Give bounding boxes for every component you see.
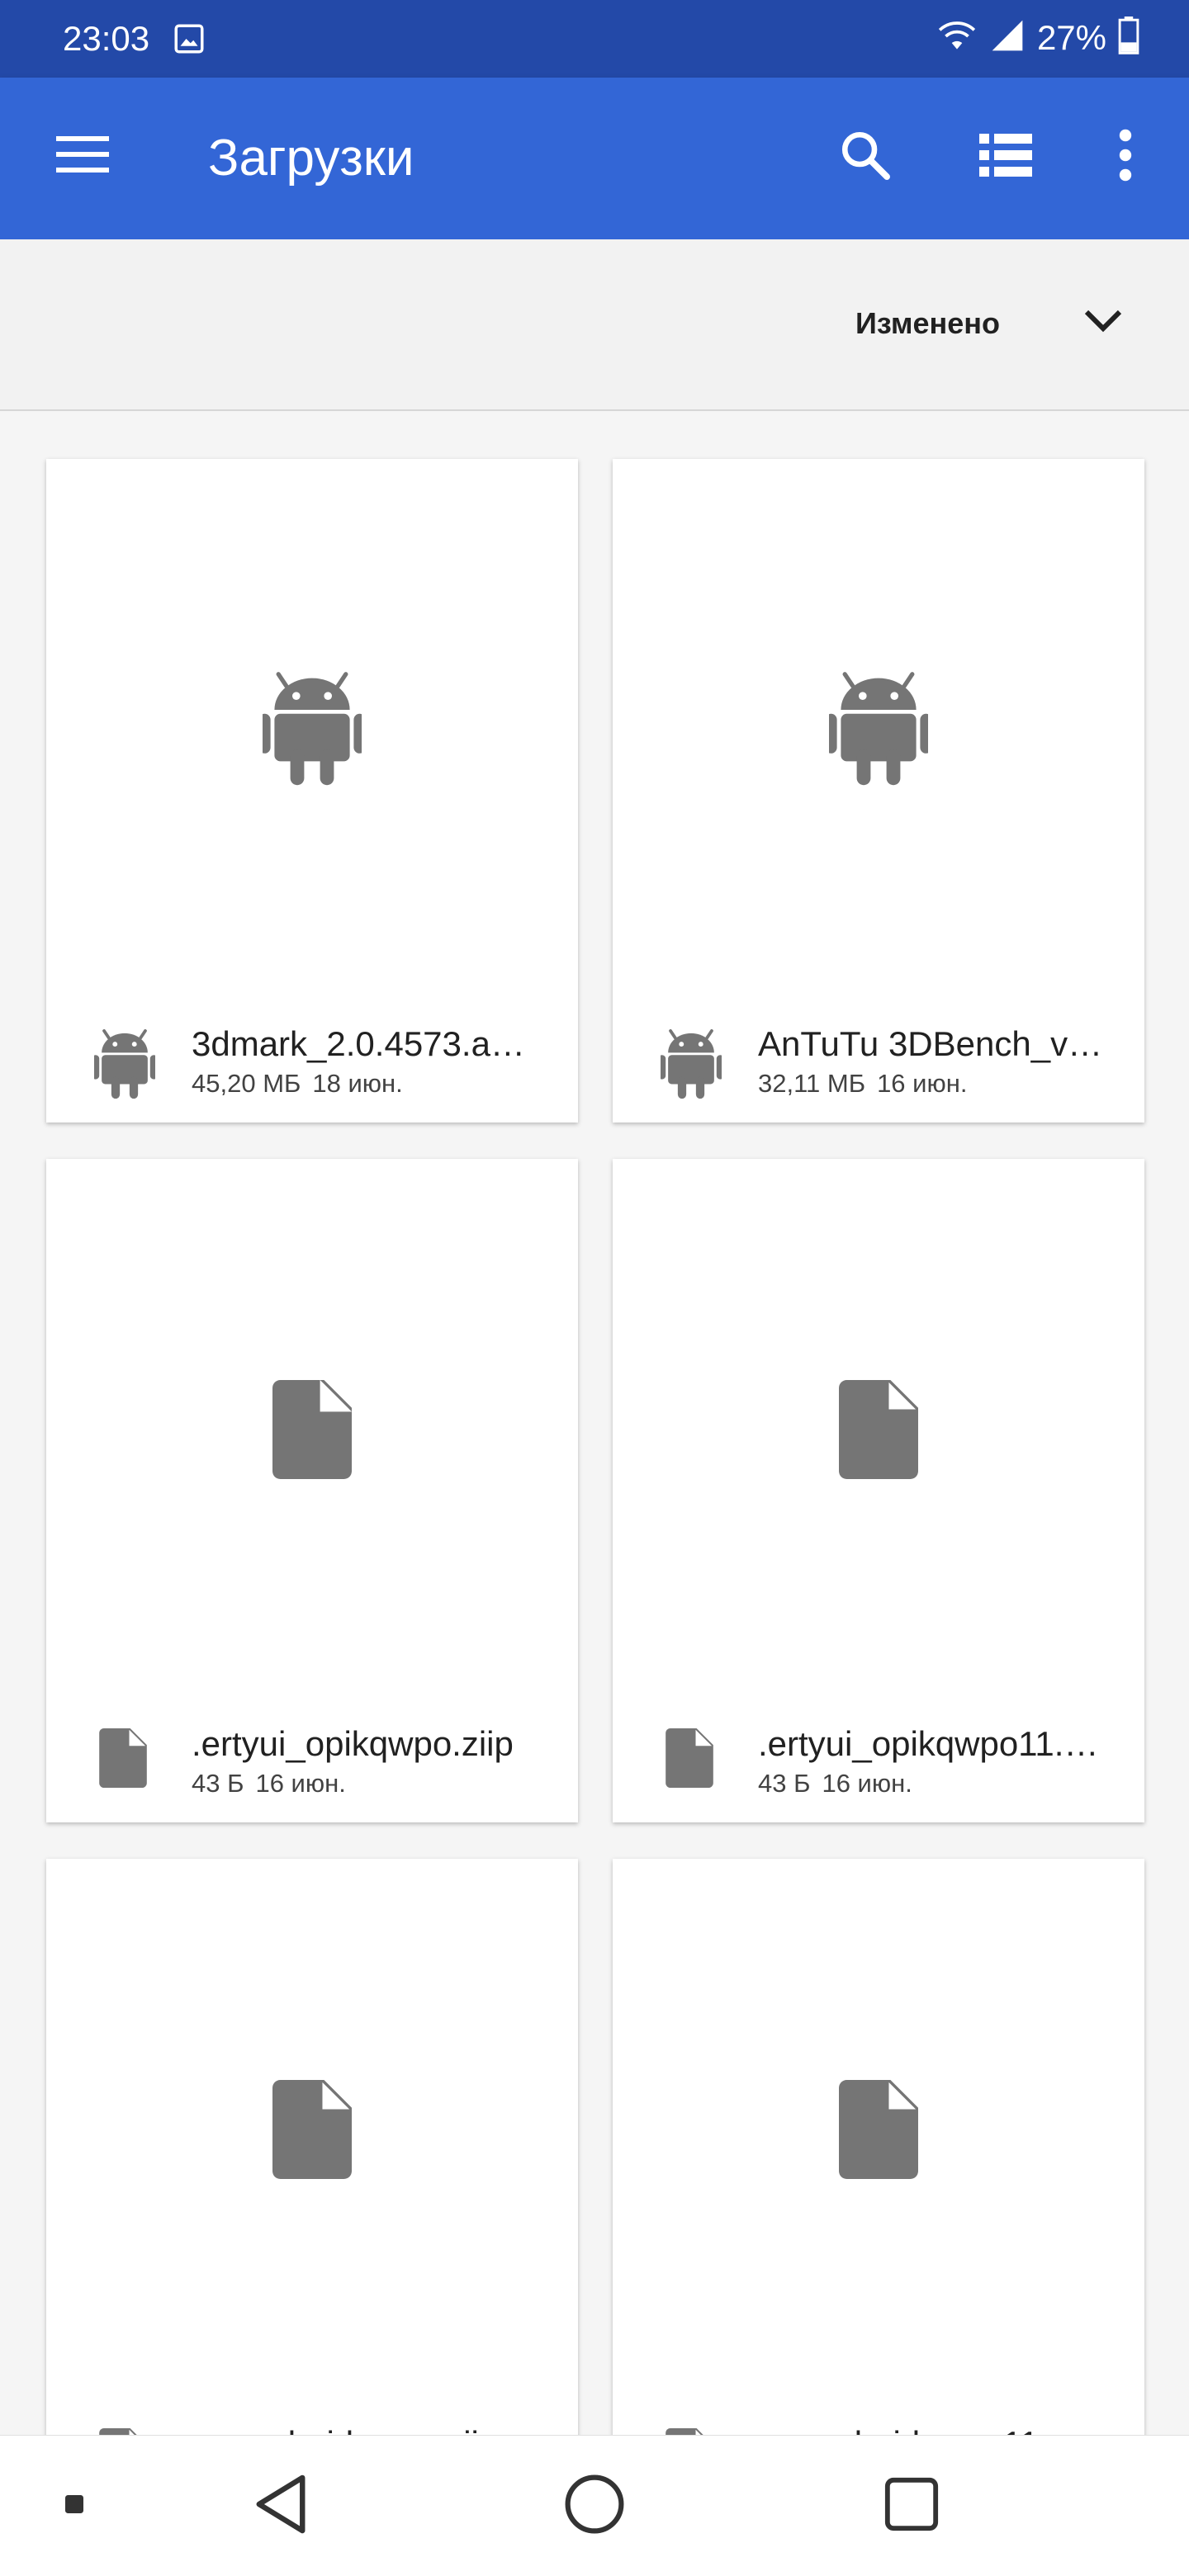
navigation-bar <box>0 2435 1189 2576</box>
file-icon <box>666 2428 713 2435</box>
file-grid: 3dmark_2.0.4573.a… 45,20 МБ 18 июн. AnTuT… <box>0 409 1189 2435</box>
file-name: .v_androidqwpo.ziip <box>192 2423 547 2435</box>
search-icon <box>838 128 893 187</box>
gallery-icon <box>172 21 206 60</box>
android-icon <box>825 670 932 793</box>
file-thumbnail <box>46 459 578 1004</box>
file-card-footer: .ertyui_opikqwpo.ziip 43 Б 16 июн. <box>46 1704 578 1822</box>
file-card-footer: .ertyui_opikqwpo11.… 43 Б 16 июн. <box>613 1704 1144 1822</box>
app-bar: Загрузки <box>0 78 1189 239</box>
page-title: Загрузки <box>208 130 414 187</box>
file-card-footer: .v_androidqwpo.ziip <box>46 2403 578 2435</box>
file-name: .ertyui_opikqwpo11.… <box>758 1724 1099 1763</box>
file-meta: 45,20 МБ 18 июн. <box>192 1068 403 1099</box>
file-name: 3dmark_2.0.4573.a… <box>192 1024 525 1063</box>
chevron-down-icon <box>1083 309 1123 338</box>
back-icon <box>252 2473 310 2540</box>
status-time: 23:03 <box>63 19 150 58</box>
file-name: .ertyui_opikqwpo.ziip <box>192 1724 514 1763</box>
file-date: 18 июн. <box>312 1069 403 1098</box>
home-icon <box>564 2474 625 2539</box>
file-date: 16 июн. <box>877 1069 968 1098</box>
file-icon <box>99 1728 147 1792</box>
sort-bar: Изменено <box>0 239 1189 411</box>
file-icon <box>839 2079 918 2183</box>
battery-percent: 27% <box>1036 17 1106 57</box>
file-card[interactable]: .ertyui_opikqwpo.ziip 43 Б 16 июн. <box>46 1159 578 1822</box>
nav-dot-button[interactable] <box>50 2477 99 2535</box>
file-name: AnTuTu 3DBench_v… <box>758 1024 1103 1063</box>
recents-button[interactable] <box>870 2460 953 2551</box>
menu-button[interactable] <box>41 111 124 201</box>
file-meta: 43 Б 16 июн. <box>192 1768 346 1799</box>
file-size: 43 Б <box>758 1769 811 1798</box>
file-name: .v_androidqwpo11.z… <box>758 2423 1113 2435</box>
file-meta: 32,11 МБ 16 июн. <box>758 1068 967 1099</box>
home-button[interactable] <box>553 2460 636 2551</box>
file-card-footer: 3dmark_2.0.4573.a… 45,20 МБ 18 июн. <box>46 1004 578 1123</box>
android-icon <box>658 1028 724 1105</box>
file-thumbnail <box>613 459 1144 1004</box>
status-bar: 23:03 27% <box>0 0 1189 78</box>
android-icon <box>92 1028 158 1105</box>
file-meta: 43 Б 16 июн. <box>758 1768 912 1799</box>
file-date: 16 июн. <box>255 1769 346 1798</box>
file-card[interactable]: 3dmark_2.0.4573.a… 45,20 МБ 18 июн. <box>46 459 578 1123</box>
file-thumbnail <box>46 1859 578 2403</box>
battery-icon <box>1118 17 1139 59</box>
more-options-button[interactable] <box>1090 116 1161 198</box>
file-size: 45,20 МБ <box>192 1069 301 1098</box>
file-thumbnail <box>46 1159 578 1704</box>
search-button[interactable] <box>824 116 907 198</box>
list-view-button[interactable] <box>964 116 1047 198</box>
status-icons: 27% <box>936 17 1139 59</box>
file-card[interactable]: AnTuTu 3DBench_v… 32,11 МБ 16 июн. <box>613 459 1144 1123</box>
sort-label[interactable]: Изменено <box>855 305 1000 342</box>
wifi-icon <box>936 17 978 58</box>
file-card[interactable]: .v_androidqwpo.ziip <box>46 1859 578 2435</box>
sort-dropdown-button[interactable] <box>1070 294 1136 352</box>
menu-icon <box>56 135 109 178</box>
file-size: 43 Б <box>192 1769 244 1798</box>
file-icon <box>839 1379 918 1483</box>
back-button[interactable] <box>239 2460 322 2551</box>
list-view-icon <box>979 133 1032 181</box>
more-vert-icon <box>1117 129 1134 186</box>
file-size: 32,11 МБ <box>758 1069 866 1098</box>
signal-icon <box>989 17 1026 58</box>
file-thumbnail <box>613 1859 1144 2403</box>
recents-icon <box>883 2475 940 2537</box>
file-card[interactable]: .v_androidqwpo11.z… <box>613 1859 1144 2435</box>
file-icon <box>666 1728 713 1792</box>
file-card-footer: .v_androidqwpo11.z… <box>613 2403 1144 2435</box>
file-thumbnail <box>613 1159 1144 1704</box>
android-icon <box>258 670 366 793</box>
file-icon <box>272 1379 352 1483</box>
file-icon <box>99 2428 147 2435</box>
file-card-footer: AnTuTu 3DBench_v… 32,11 МБ 16 июн. <box>613 1004 1144 1123</box>
file-date: 16 июн. <box>822 1769 912 1798</box>
dot-icon <box>65 2494 83 2517</box>
file-card[interactable]: .ertyui_opikqwpo11.… 43 Б 16 июн. <box>613 1159 1144 1822</box>
file-icon <box>272 2079 352 2183</box>
